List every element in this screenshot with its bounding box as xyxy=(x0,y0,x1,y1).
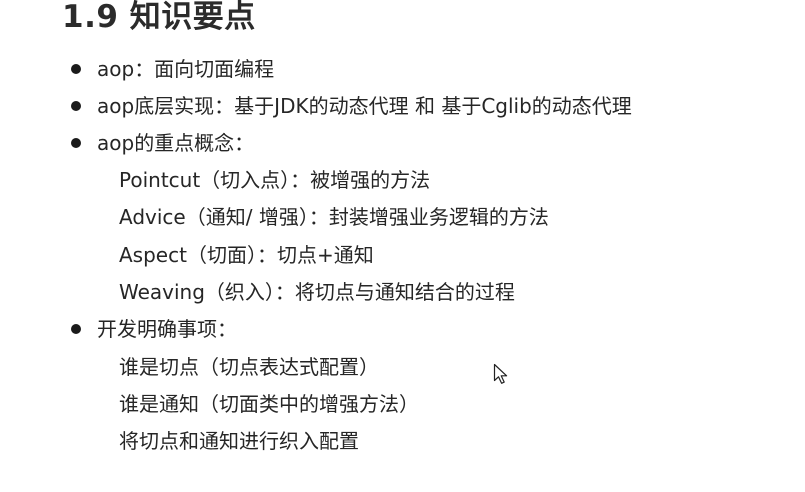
subitem-advice-config: 谁是通知（切面类中的增强方法） xyxy=(119,392,419,416)
bullet-item-dev-items: 开发明确事项： xyxy=(97,317,237,341)
bullet-item-aop: aop：面向切面编程 xyxy=(97,57,275,81)
subitem-advice: Advice（通知/ 增强）：封装增强业务逻辑的方法 xyxy=(119,205,549,229)
bullet-item-aop-concepts: aop的重点概念： xyxy=(97,131,255,155)
subitem-pointcut: Pointcut（切入点）：被增强的方法 xyxy=(119,168,431,192)
subitem-aspect: Aspect（切面）：切点+通知 xyxy=(119,243,374,267)
bullet-dot xyxy=(71,64,81,74)
bullet-dot xyxy=(71,324,81,334)
bullet-dot xyxy=(71,138,81,148)
mouse-pointer-icon xyxy=(493,363,508,384)
bullet-dot xyxy=(71,101,81,111)
bullet-item-aop-implementation: aop底层实现：基于JDK的动态代理 和 基于Cglib的动态代理 xyxy=(97,94,632,118)
subitem-weaving: Weaving（织入）：将切点与通知结合的过程 xyxy=(119,280,515,304)
subitem-pointcut-config: 谁是切点（切点表达式配置） xyxy=(119,355,379,379)
subitem-weaving-config: 将切点和通知进行织入配置 xyxy=(119,429,359,453)
slide-title: 1.9 知识要点 xyxy=(62,0,256,35)
